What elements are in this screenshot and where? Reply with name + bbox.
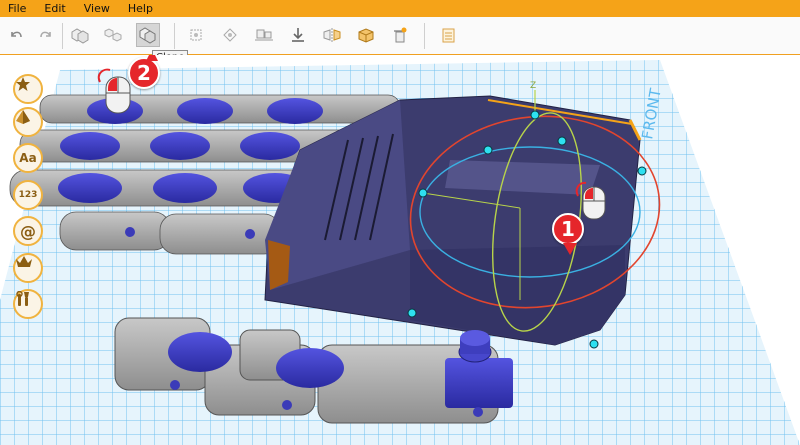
notes-button[interactable] <box>436 23 460 47</box>
step-callout-2: 2 <box>128 57 160 89</box>
favorites-button[interactable] <box>13 74 43 104</box>
distribute-button[interactable] <box>218 23 242 47</box>
shapes-button[interactable] <box>13 107 43 137</box>
menu-bar: File Edit View Help <box>0 0 800 17</box>
clone-button[interactable] <box>136 23 160 47</box>
gizmo-handle[interactable] <box>418 188 428 198</box>
menu-edit[interactable]: Edit <box>35 0 74 17</box>
group-icon <box>71 28 89 44</box>
undo-button[interactable] <box>4 23 28 47</box>
mirror-icon <box>323 28 341 42</box>
ungroup-button[interactable] <box>102 23 126 47</box>
clone-icon <box>139 27 156 44</box>
gizmo-handle[interactable] <box>407 308 417 318</box>
symbols-button-label: @ <box>20 221 36 241</box>
trash-icon <box>394 27 407 43</box>
symbols-button[interactable]: @ <box>13 216 43 246</box>
delete-button[interactable] <box>388 23 412 47</box>
menu-help[interactable]: Help <box>119 0 162 17</box>
pyramid-icon <box>16 110 30 124</box>
group-button[interactable] <box>68 23 92 47</box>
solid-icon <box>358 28 374 43</box>
star-icon <box>16 77 30 91</box>
tools-button[interactable] <box>13 289 43 319</box>
redo-icon <box>40 31 51 38</box>
scene-canvas[interactable]: FRONT Z <box>0 55 800 445</box>
gizmo-handle[interactable] <box>557 136 567 146</box>
3d-viewport[interactable]: FRONT Z 1 2 Aa 123 @ <box>0 55 800 445</box>
align-button[interactable] <box>184 23 208 47</box>
gizmo-handle[interactable] <box>483 145 493 155</box>
numbers-button-label: 123 <box>18 190 38 200</box>
tools-icon <box>16 291 29 306</box>
drop-to-floor-icon <box>292 28 304 42</box>
redo-button[interactable] <box>34 23 58 47</box>
text-button[interactable]: Aa <box>13 143 43 173</box>
mirror-button[interactable] <box>320 23 344 47</box>
gizmo-handle[interactable] <box>589 339 599 349</box>
lay-flat-button[interactable] <box>252 23 276 47</box>
undo-icon <box>11 31 22 38</box>
menu-view[interactable]: View <box>75 0 119 17</box>
drop-to-floor-button[interactable] <box>286 23 310 47</box>
premium-button[interactable] <box>13 253 43 283</box>
z-axis-label: Z <box>530 81 536 91</box>
step-callout-1: 1 <box>552 213 584 245</box>
gizmo-handle[interactable] <box>530 110 540 120</box>
text-button-label: Aa <box>19 151 37 165</box>
distribute-icon <box>223 28 237 42</box>
crown-icon <box>16 256 32 267</box>
align-icon <box>190 29 202 41</box>
menu-file[interactable]: File <box>0 0 35 17</box>
gizmo-handle[interactable] <box>637 166 647 176</box>
solid-button[interactable] <box>354 23 378 47</box>
lay-flat-icon <box>255 29 273 41</box>
numbers-button[interactable]: 123 <box>13 180 43 210</box>
ungroup-icon <box>104 28 122 42</box>
toolbar <box>0 17 800 55</box>
callout-pointer <box>146 55 158 61</box>
callout-pointer <box>563 243 577 255</box>
notes-icon <box>442 28 455 43</box>
